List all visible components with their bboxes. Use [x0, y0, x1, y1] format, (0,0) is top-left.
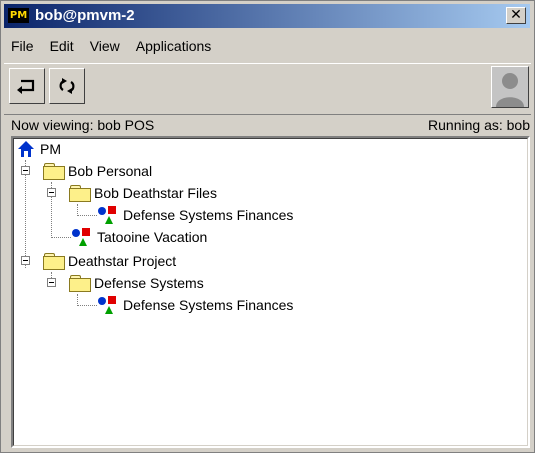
- folder-icon: [43, 163, 65, 180]
- tree-node-label: Defense Systems: [94, 275, 204, 291]
- close-button[interactable]: ✕: [506, 7, 526, 24]
- tree-node-folder[interactable]: Bob Personal: [43, 160, 243, 182]
- viewing-status: Now viewing: bob POS: [11, 117, 155, 133]
- collapse-toggle[interactable]: [47, 278, 56, 287]
- running-as-status: Running as: bob: [428, 117, 530, 133]
- tree-connector: [77, 215, 97, 216]
- tree-connector: [77, 294, 78, 304]
- title-bar[interactable]: PM bob@pmvm-2 ✕: [4, 4, 530, 28]
- menu-edit[interactable]: Edit: [44, 35, 80, 57]
- tree-node-folder[interactable]: Defense Systems: [69, 272, 269, 294]
- folder-icon: [69, 275, 91, 292]
- tree-node-label: Defense Systems Finances: [123, 207, 294, 223]
- user-silhouette-icon: [492, 67, 528, 107]
- tree-connector: [77, 305, 97, 306]
- refresh-icon: [59, 78, 75, 94]
- status-bar: Now viewing: bob POS Running as: bob: [5, 115, 532, 135]
- menu-file[interactable]: File: [5, 35, 40, 57]
- tree-node-folder[interactable]: Deathstar Project: [43, 250, 243, 272]
- object-shapes-icon: [98, 296, 116, 314]
- tree-node-label: Bob Deathstar Files: [94, 185, 217, 201]
- return-button[interactable]: [9, 68, 45, 104]
- object-shapes-icon: [98, 206, 116, 224]
- tree-node-root[interactable]: PM: [17, 138, 137, 160]
- window-title: bob@pmvm-2: [35, 7, 135, 24]
- object-shapes-icon: [72, 228, 90, 246]
- menu-view[interactable]: View: [84, 35, 126, 57]
- menu-applications[interactable]: Applications: [130, 35, 218, 57]
- user-avatar[interactable]: [491, 66, 529, 108]
- tree-connector: [77, 204, 78, 214]
- tree-node-label: Tatooine Vacation: [97, 229, 208, 245]
- tree-connector: [25, 160, 26, 268]
- collapse-toggle[interactable]: [21, 256, 30, 265]
- tree-node-label: Deathstar Project: [68, 253, 177, 269]
- tree-node-object[interactable]: Defense Systems Finances: [97, 294, 337, 316]
- app-window: PM bob@pmvm-2 ✕ File Edit View Applications: [0, 0, 535, 453]
- tree-node-label: Defense Systems Finances: [123, 297, 294, 313]
- tree-connector: [51, 237, 71, 238]
- tree-view[interactable]: PM Bob Personal Bob Deathstar Files Defe…: [11, 136, 530, 448]
- tree-node-label: PM: [40, 141, 61, 157]
- refresh-button[interactable]: [49, 68, 85, 104]
- return-arrow-icon: [17, 79, 35, 94]
- toolbar: [4, 63, 531, 115]
- tree-node-object[interactable]: Defense Systems Finances: [97, 204, 337, 226]
- folder-icon: [43, 253, 65, 270]
- home-icon: [18, 141, 34, 157]
- collapse-toggle[interactable]: [47, 188, 56, 197]
- tree-node-label: Bob Personal: [68, 163, 153, 179]
- tree-node-folder[interactable]: Bob Deathstar Files: [69, 182, 289, 204]
- folder-icon: [69, 185, 91, 202]
- menu-bar: File Edit View Applications: [5, 35, 221, 57]
- collapse-toggle[interactable]: [21, 166, 30, 175]
- pm-app-icon: PM: [8, 8, 29, 23]
- tree-node-object[interactable]: Tatooine Vacation: [71, 226, 271, 248]
